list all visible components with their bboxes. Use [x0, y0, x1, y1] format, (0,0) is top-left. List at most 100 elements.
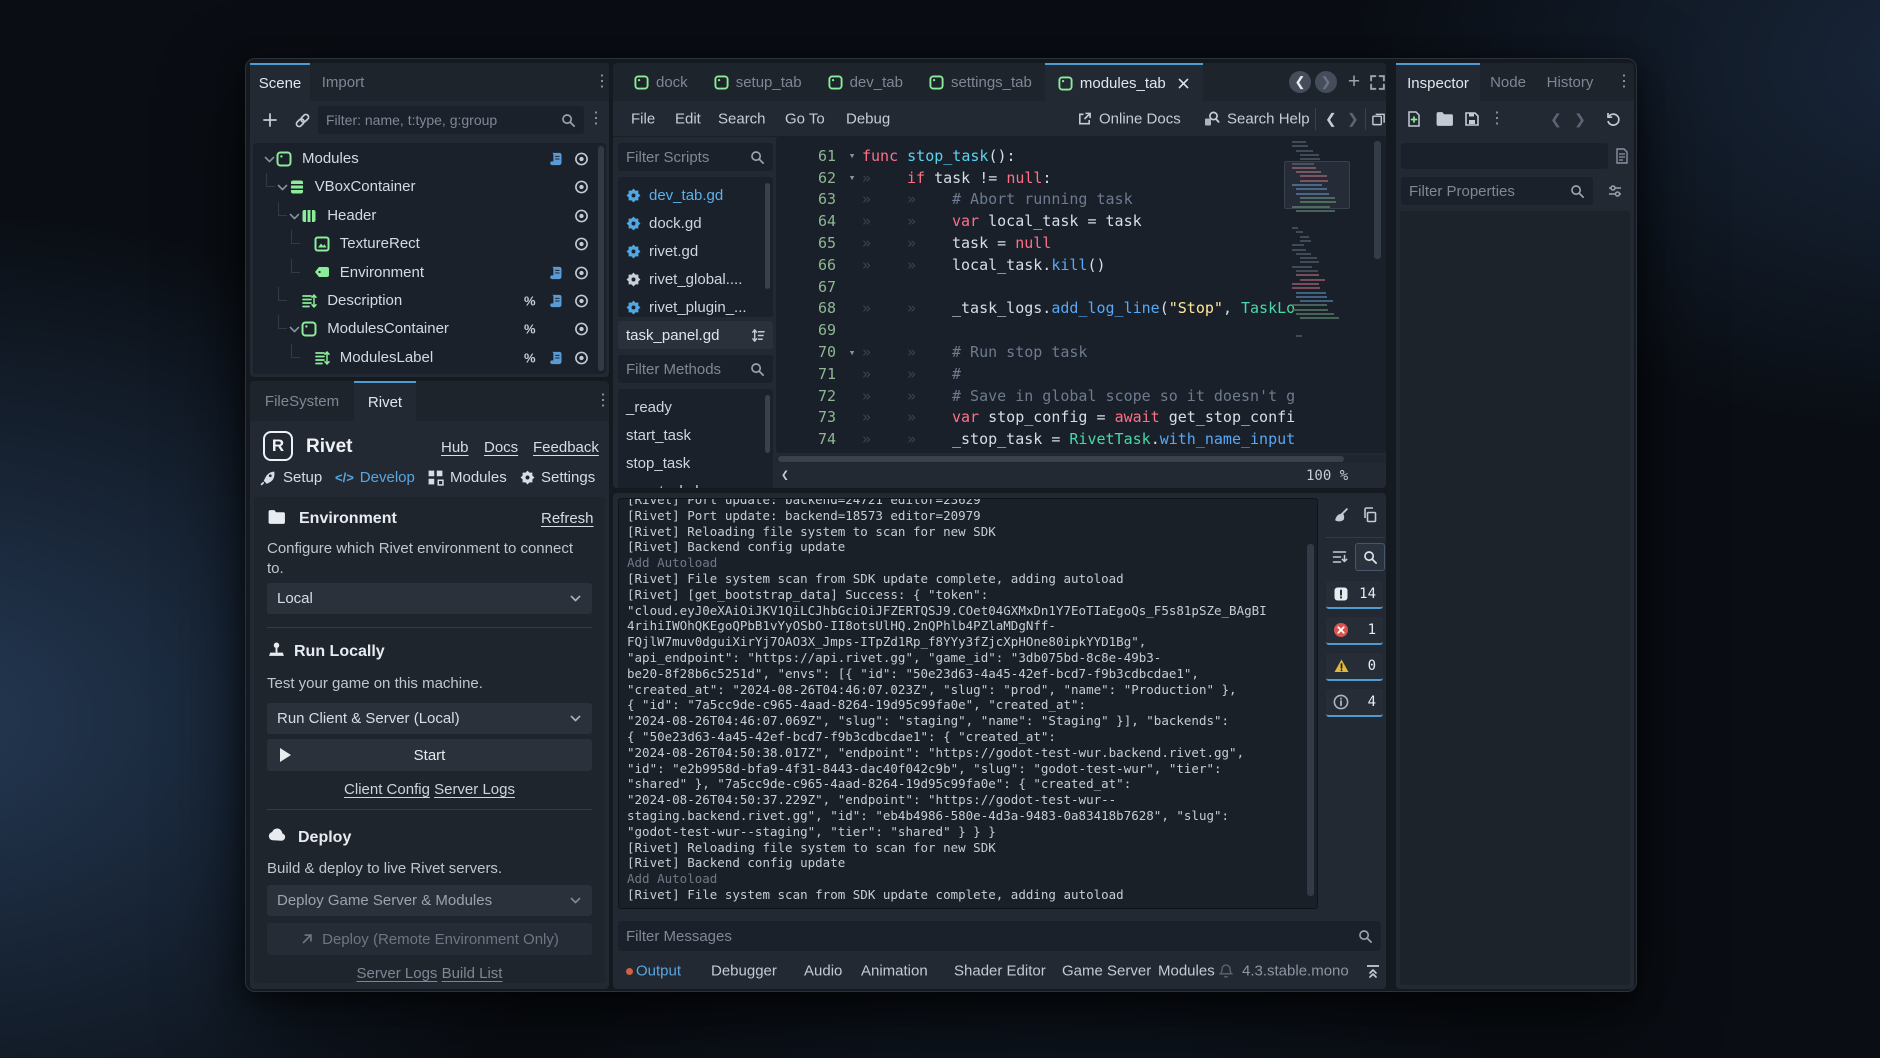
expand-bottom-panel-button[interactable]	[1363, 962, 1383, 980]
unique-name-badge[interactable]: %	[524, 322, 536, 337]
close-icon[interactable]	[1177, 77, 1190, 90]
search-help-button[interactable]: Search Help	[1204, 110, 1310, 127]
tab-filesystem[interactable]: FileSystem	[250, 381, 354, 421]
refresh-link[interactable]: Refresh	[541, 510, 594, 527]
output-scrollbar[interactable]	[1307, 504, 1314, 902]
filter-properties-input[interactable]: Filter Properties	[1401, 177, 1593, 205]
tab-import[interactable]: Import	[310, 63, 376, 101]
copy-log-button[interactable]	[1358, 503, 1382, 527]
tree-row-environment[interactable]: Environment	[253, 259, 606, 287]
script-tab-setup_tab[interactable]: setup_tab	[701, 63, 815, 101]
collapse-log-button[interactable]	[1327, 545, 1351, 569]
fold-arrow-icon[interactable]: ▾	[842, 149, 862, 162]
tree-row-modulescontainer[interactable]: ModulesContainer%	[253, 315, 606, 343]
method-list-item-_on_task_log[interactable]: _on_task_log	[618, 477, 773, 488]
visibility-eye-icon[interactable]	[574, 322, 589, 337]
filter-errors-badge[interactable]: 1	[1326, 617, 1383, 645]
start-button[interactable]: Start	[267, 739, 592, 771]
menu-debug[interactable]: Debug	[846, 110, 890, 127]
rivet-hub-link[interactable]: Hub	[441, 439, 469, 456]
visibility-eye-icon[interactable]	[574, 237, 589, 252]
script-back-button[interactable]: ❮	[1325, 110, 1337, 127]
script-list-item-dev_tab.gd[interactable]: dev_tab.gd	[618, 181, 773, 209]
method-list-item-stop_task[interactable]: stop_task	[618, 449, 773, 477]
code-hscrollbar[interactable]	[776, 455, 1386, 463]
visibility-eye-icon[interactable]	[574, 208, 589, 223]
new-script-button[interactable]: +	[1343, 70, 1365, 94]
build-list-link[interactable]: Build List	[442, 965, 503, 982]
unique-name-badge[interactable]: %	[524, 350, 536, 365]
filter-messages-input[interactable]: Filter Messages	[618, 921, 1381, 951]
property-tools-button[interactable]	[1603, 180, 1627, 202]
bottom-tab-debugger[interactable]: Debugger	[711, 963, 777, 980]
bottom-tab-game-server[interactable]: Game Server	[1062, 963, 1151, 980]
tree-row-description[interactable]: Description%	[253, 287, 606, 315]
code-editor[interactable]: 61▾func stop_task():62▾»if task != null:…	[776, 137, 1386, 453]
fold-arrow-icon[interactable]: ▾	[842, 171, 862, 184]
script-list-item-dock.gd[interactable]: dock.gd	[618, 209, 773, 237]
tree-row-modules[interactable]: Modules	[253, 145, 606, 173]
script-forward-button[interactable]: ❯	[1347, 110, 1359, 127]
float-panel-icon[interactable]	[1371, 111, 1386, 126]
scene-filter-menu-icon[interactable]: ⋮	[588, 110, 604, 128]
rivet-nav-modules[interactable]: Modules	[427, 469, 507, 486]
environment-select[interactable]: Local	[267, 583, 592, 614]
method-list-item-_ready[interactable]: _ready	[618, 393, 773, 421]
tree-expand-chevron-icon[interactable]	[276, 181, 289, 194]
output-log[interactable]: [Rivet] Port update: backend=24721 edito…	[618, 498, 1318, 909]
fold-arrow-icon[interactable]: ▾	[842, 346, 862, 359]
resource-menu-icon[interactable]: ⋮	[1489, 110, 1505, 128]
deploy-server-logs-link[interactable]: Server Logs	[357, 965, 438, 982]
save-resource-button[interactable]	[1461, 108, 1483, 130]
expand-editor-icon[interactable]	[1367, 72, 1387, 92]
tab-node[interactable]: Node	[1480, 63, 1536, 101]
script-attached-icon[interactable]	[549, 294, 563, 309]
tab-rivet[interactable]: Rivet	[354, 381, 416, 421]
run-mode-select[interactable]: Run Client & Server (Local)	[267, 703, 592, 734]
bottom-tab-modules[interactable]: Modules	[1158, 963, 1215, 980]
method-list-item-start_task[interactable]: start_task	[618, 421, 773, 449]
inspector-back-button[interactable]: ❮	[1547, 109, 1565, 129]
scene-dock-menu-icon[interactable]: ⋮	[594, 73, 610, 91]
rivet-docs-link[interactable]: Docs	[484, 439, 518, 456]
rivet-nav-develop[interactable]: </>Develop	[335, 469, 415, 486]
script-list-scrollbar[interactable]	[765, 183, 770, 289]
bottom-tab-audio[interactable]: Audio	[804, 963, 842, 980]
method-list-scrollbar[interactable]	[765, 395, 770, 453]
instance-scene-button[interactable]	[290, 108, 314, 132]
visibility-eye-icon[interactable]	[574, 265, 589, 280]
add-node-button[interactable]	[258, 108, 282, 132]
tree-expand-chevron-icon[interactable]	[263, 153, 276, 166]
script-list-item-rivet.gd[interactable]: rivet.gd	[618, 237, 773, 265]
script-attached-icon[interactable]	[549, 152, 563, 167]
menu-edit[interactable]: Edit	[675, 110, 701, 127]
clear-log-button[interactable]	[1328, 503, 1352, 527]
current-script-bar[interactable]: task_panel.gd	[618, 321, 773, 349]
bottom-tab-output[interactable]: Output	[636, 963, 681, 980]
script-attached-icon[interactable]	[549, 350, 563, 365]
script-tab-dock[interactable]: dock	[621, 63, 701, 101]
filter-info-badge[interactable]: 4	[1326, 689, 1383, 717]
inspector-history-button[interactable]	[1602, 108, 1624, 130]
history-forward-button[interactable]: ❯	[1315, 71, 1337, 93]
filter-methods-input[interactable]: Filter Methods	[618, 355, 773, 383]
deploy-button[interactable]: Deploy (Remote Environment Only)	[267, 923, 592, 955]
tree-expand-chevron-icon[interactable]	[288, 210, 301, 223]
script-list-item-rivet_plugin_...[interactable]: rivet_plugin_...	[618, 293, 773, 317]
tab-history[interactable]: History	[1536, 63, 1604, 101]
online-docs-button[interactable]: Online Docs	[1077, 110, 1181, 127]
scene-filter-input[interactable]: Filter: name, t:type, g:group	[318, 106, 584, 134]
visibility-eye-icon[interactable]	[574, 152, 589, 167]
menu-file[interactable]: File	[631, 110, 655, 127]
visibility-eye-icon[interactable]	[574, 180, 589, 195]
deploy-target-select[interactable]: Deploy Game Server & Modules	[267, 885, 592, 916]
tab-inspector[interactable]: Inspector	[1396, 63, 1480, 101]
notifications-bell-icon[interactable]	[1217, 962, 1235, 980]
load-resource-button[interactable]	[1433, 108, 1455, 130]
filter-messages-badge[interactable]: 14	[1326, 581, 1383, 609]
sort-methods-icon[interactable]	[750, 328, 765, 343]
script-list-item-rivet_global....[interactable]: rivet_global....	[618, 265, 773, 293]
visibility-eye-icon[interactable]	[574, 294, 589, 309]
rivet-nav-setup[interactable]: Setup	[260, 469, 322, 486]
new-resource-button[interactable]	[1403, 108, 1425, 130]
